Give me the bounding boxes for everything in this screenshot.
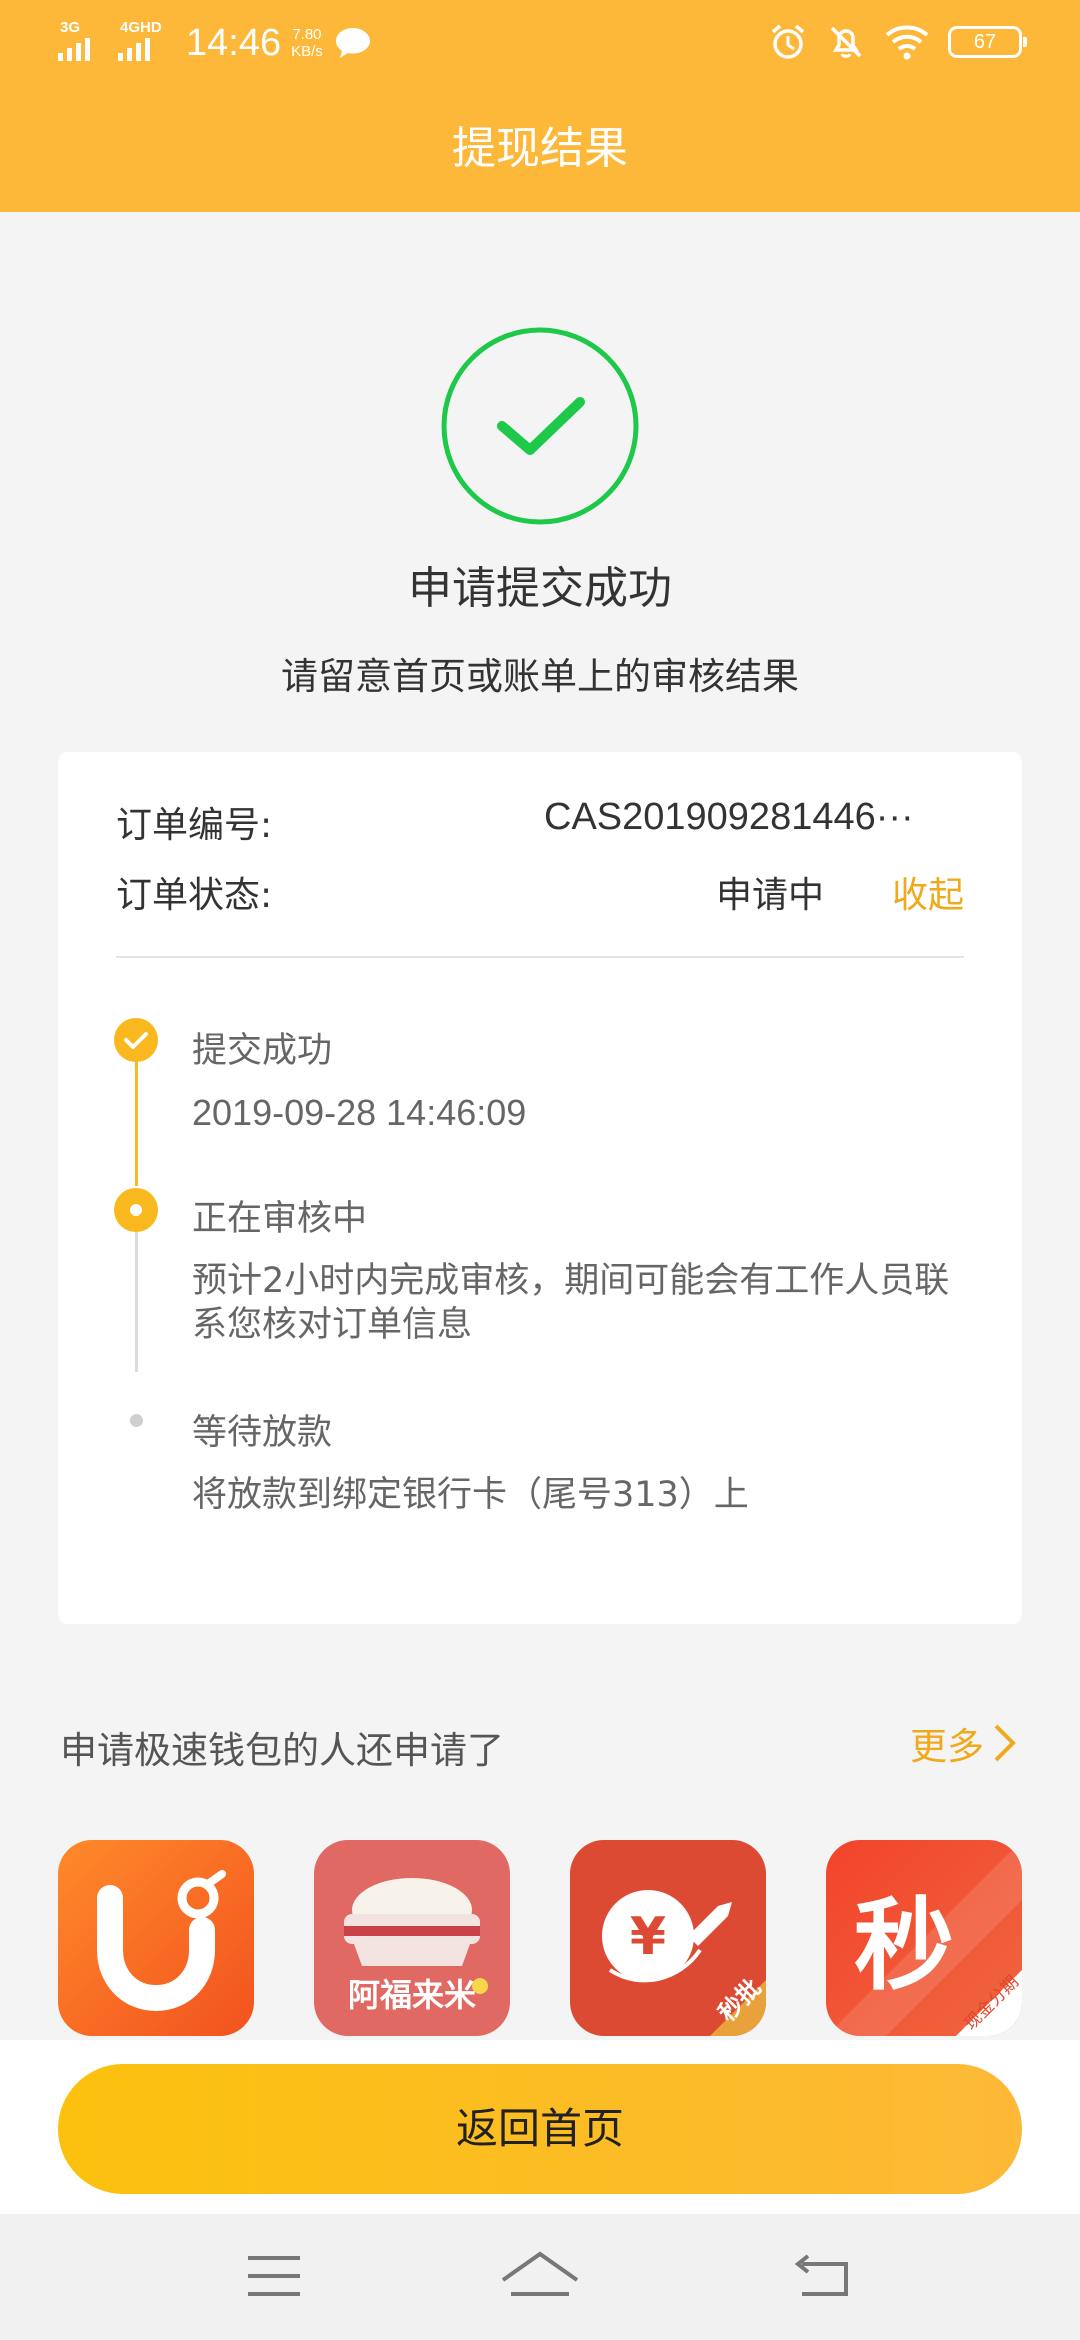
app-label: 阿福来米 [347, 1976, 476, 2014]
more-link[interactable]: 更多 [910, 1716, 1018, 1770]
step-done-check-icon [114, 1018, 158, 1062]
order-status-label: 订单状态: [116, 875, 273, 916]
clock: 14:46 [186, 21, 282, 64]
menu-icon[interactable] [240, 2244, 330, 2308]
order-number-row: 订单编号: CAS201909281446··· [116, 796, 964, 852]
order-card: 订单编号: CAS201909281446··· 订单状态: 申请中 收起 提交… [58, 752, 1022, 1624]
svg-text:¥: ¥ [630, 1907, 666, 1967]
timeline-line-pending [135, 1220, 138, 1372]
rice-app-icon[interactable]: 阿福来米 [314, 1840, 510, 2036]
result-subtitle: 请留意首页或账单上的审核结果 [281, 655, 799, 698]
recommend-apps: 阿福来米 ¥ 秒批 秒 现金分期 [58, 1840, 1022, 2040]
network-type-1: 3G [60, 19, 81, 36]
result-title: 申请提交成功 [408, 563, 672, 614]
step-title: 正在审核中 [192, 1199, 368, 1239]
yuan-rocket-app-icon[interactable]: ¥ 秒批 [570, 1840, 766, 2036]
step-title: 等待放款 [192, 1413, 333, 1453]
collapse-link[interactable]: 收起 [892, 866, 964, 918]
timeline-step-reviewing: 正在审核中 预计2小时内完成审核，期间可能会有工作人员联系您核对订单信息 [192, 1190, 982, 1347]
chat-bubble-icon [335, 28, 370, 58]
order-status-value: 申请中 [715, 875, 824, 916]
speed-unit: KB/s [291, 43, 323, 60]
miao-app-icon[interactable]: 秒 现金分期 [826, 1840, 1022, 2036]
step-detail: 2019-09-28 14:46:09 [192, 1092, 527, 1133]
timeline-step-payout: 等待放款 将放款到绑定银行卡（尾号313）上 [192, 1404, 982, 1517]
order-number-label: 订单编号: [116, 805, 273, 846]
step-detail: 预计2小时内完成审核，期间可能会有工作人员联系您核对订单信息 [192, 1261, 950, 1345]
network-speed: 7.80 KB/s [291, 26, 323, 60]
speed-value: 7.80 [292, 26, 322, 43]
battery-icon: 67 [948, 26, 1027, 58]
wifi-icon [885, 25, 929, 60]
network-type-2: 4GHD [120, 19, 162, 36]
more-label: 更多 [910, 1725, 984, 1768]
page-title: 提现结果 [452, 123, 628, 174]
order-status-row: 订单状态: 申请中 收起 [116, 866, 964, 922]
timeline-step-submitted: 提交成功 2019-09-28 14:46:09 [192, 1022, 982, 1135]
signal-3g-icon: 3G [58, 19, 108, 63]
back-home-button[interactable]: 返回首页 [58, 2064, 1022, 2194]
mute-bell-icon [830, 26, 862, 58]
home-icon[interactable] [495, 2244, 585, 2308]
step-current-dot-icon [114, 1188, 158, 1232]
app-label: 秒 [854, 1887, 954, 2004]
success-check-icon [441, 327, 639, 525]
chevron-right-icon [994, 1724, 1016, 1762]
step-title: 提交成功 [192, 1031, 333, 1071]
u-loan-app-icon[interactable] [58, 1840, 254, 2036]
order-number-value: CAS201909281446··· [544, 796, 914, 838]
alarm-icon [771, 24, 805, 59]
system-nav-bar [0, 2214, 1080, 2340]
header-bar: 3G 4GHD 14:46 7.80 KB/s 67 提现结果 [0, 0, 1080, 212]
back-icon[interactable] [780, 2244, 870, 2308]
signal-4g-icon: 4GHD [118, 19, 168, 63]
divider [116, 956, 964, 958]
status-bar: 3G 4GHD 14:46 7.80 KB/s 67 [0, 0, 1080, 84]
recommend-title: 申请极速钱包的人还申请了 [60, 1729, 504, 1772]
step-detail: 将放款到绑定银行卡（尾号313）上 [192, 1475, 749, 1515]
step-pending-dot-icon [130, 1414, 143, 1427]
